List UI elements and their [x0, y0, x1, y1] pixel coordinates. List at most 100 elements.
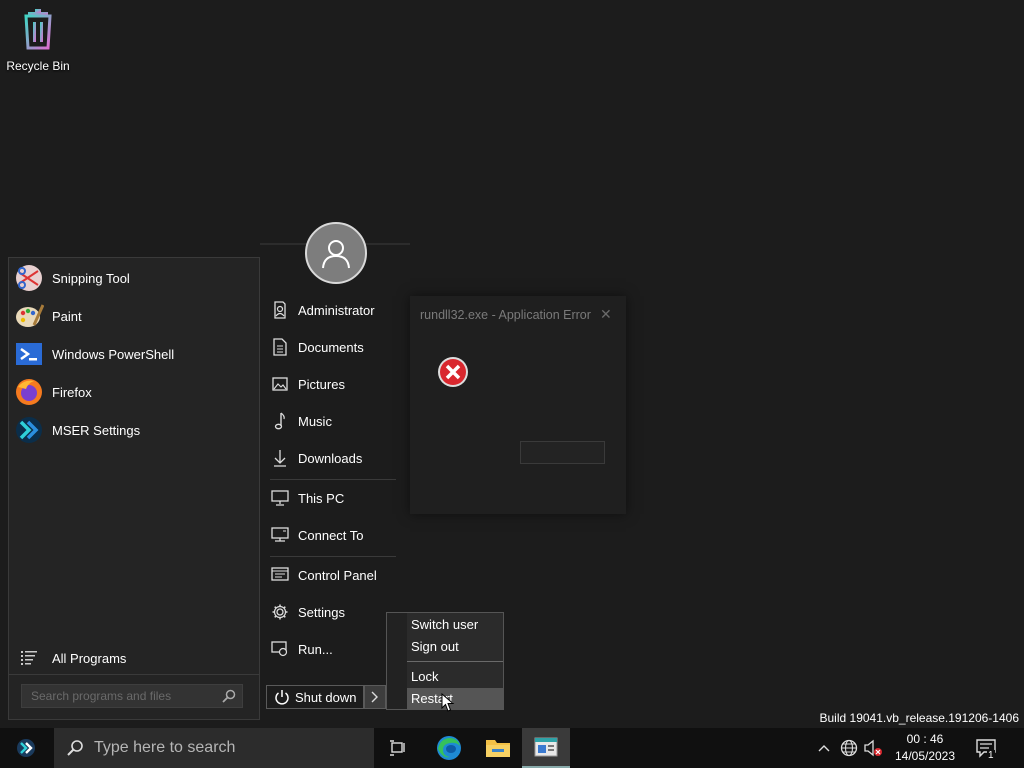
- search-icon[interactable]: [222, 689, 236, 706]
- places-item-run[interactable]: Run...: [270, 637, 333, 661]
- start-icon: [17, 739, 35, 757]
- places-item-label: Music: [298, 413, 332, 429]
- task-view-button[interactable]: [374, 728, 422, 768]
- program-label: Paint: [52, 308, 82, 324]
- start-search-input[interactable]: [31, 689, 221, 703]
- places-item-label: Connect To: [298, 527, 364, 543]
- notification-count-badge: 1: [987, 750, 995, 761]
- program-label: Firefox: [52, 384, 92, 400]
- places-item-documents[interactable]: Documents: [270, 335, 364, 359]
- menu-item-switch-user[interactable]: Switch user: [407, 614, 503, 635]
- menu-separator: [407, 661, 503, 662]
- clock-date: 14/05/2023: [894, 749, 956, 763]
- power-icon: [271, 689, 293, 705]
- edge-taskbar-button[interactable]: [425, 728, 473, 768]
- places-item-control-panel[interactable]: Control Panel: [270, 563, 377, 587]
- shut-down-options-button[interactable]: [364, 685, 386, 709]
- menu-item-sign-out[interactable]: Sign out: [407, 636, 503, 657]
- places-item-label: Documents: [298, 339, 364, 355]
- active-window-taskbar-button[interactable]: [522, 728, 570, 768]
- places-item-label: Administrator: [298, 302, 375, 318]
- dialog-title: rundll32.exe - Application Error: [420, 308, 591, 322]
- places-item-label: This PC: [298, 490, 345, 506]
- shut-down-button[interactable]: Shut down: [266, 685, 364, 709]
- control-panel-icon: [270, 567, 290, 583]
- application-error-dialog: rundll32.exe - Application Error ✕: [410, 296, 626, 514]
- computer-icon: [270, 490, 290, 506]
- user-icon: [270, 301, 290, 319]
- places-item-downloads[interactable]: Downloads: [270, 446, 362, 470]
- application-window-icon: [534, 737, 558, 757]
- list-icon: [13, 651, 45, 665]
- scissors-icon: [13, 262, 45, 294]
- close-icon[interactable]: ✕: [600, 306, 612, 323]
- divider: [270, 556, 396, 557]
- program-label: Windows PowerShell: [52, 346, 175, 362]
- places-item-pictures[interactable]: Pictures: [270, 372, 345, 396]
- menu-gutter: [387, 613, 407, 709]
- user-avatar[interactable]: [305, 222, 367, 284]
- build-watermark: Build 19041.vb_release.191206-1406: [819, 711, 1020, 725]
- program-mser-settings[interactable]: MSER Settings: [13, 412, 257, 448]
- recycle-bin-label: Recycle Bin: [6, 59, 70, 73]
- volume-button[interactable]: [862, 728, 884, 768]
- program-windows-powershell[interactable]: Windows PowerShell: [13, 336, 257, 372]
- user-avatar-icon: [322, 240, 350, 269]
- chevron-up-icon: [818, 745, 830, 752]
- file-explorer-taskbar-button[interactable]: [474, 728, 522, 768]
- connect-icon: [270, 527, 290, 543]
- gear-icon: [270, 603, 290, 621]
- firefox-icon: [13, 376, 45, 408]
- all-programs-label: All Programs: [52, 650, 127, 666]
- start-menu-programs-panel: Snipping Tool Paint Windows PowerShell F…: [8, 257, 260, 720]
- taskbar-search-box[interactable]: [54, 728, 374, 768]
- taskbar-search-input[interactable]: [94, 739, 354, 757]
- shut-down-label: Shut down: [295, 689, 357, 705]
- chevron-right-icon: [371, 691, 378, 703]
- download-icon: [270, 449, 290, 467]
- document-icon: [270, 338, 290, 356]
- places-item-label: Control Panel: [298, 567, 377, 583]
- program-label: Snipping Tool: [52, 270, 130, 286]
- task-view-icon: [390, 740, 405, 756]
- folder-icon: [486, 740, 510, 757]
- places-item-administrator[interactable]: Administrator: [270, 298, 375, 322]
- program-snipping-tool[interactable]: Snipping Tool: [13, 260, 257, 296]
- recycle-bin-icon: [24, 9, 52, 50]
- clock-time: 00 : 46: [906, 732, 944, 746]
- search-icon: [67, 740, 83, 756]
- places-item-music[interactable]: Music: [270, 409, 332, 433]
- menu-item-restart[interactable]: Restart: [407, 688, 503, 709]
- start-button[interactable]: [0, 728, 52, 768]
- globe-icon: [840, 739, 858, 757]
- dialog-ok-button[interactable]: [520, 441, 605, 464]
- places-item-connect-to[interactable]: Connect To: [270, 523, 364, 547]
- program-paint[interactable]: Paint: [13, 298, 257, 334]
- mser-icon: [13, 414, 45, 446]
- all-programs-button[interactable]: All Programs: [13, 646, 126, 670]
- speaker-muted-icon: [864, 739, 882, 757]
- palette-icon: [13, 300, 45, 332]
- menu-item-lock[interactable]: Lock: [407, 666, 503, 687]
- divider: [270, 479, 396, 480]
- places-item-label: Run...: [298, 641, 333, 657]
- network-status-button[interactable]: [838, 728, 860, 768]
- action-center-button[interactable]: 1: [972, 728, 1000, 768]
- taskbar: 00 : 46 14/05/2023 1: [0, 728, 1024, 768]
- taskbar-clock[interactable]: 00 : 46 14/05/2023: [885, 731, 965, 765]
- start-search-box[interactable]: [21, 684, 243, 708]
- program-firefox[interactable]: Firefox: [13, 374, 257, 410]
- places-item-label: Downloads: [298, 450, 363, 466]
- show-hidden-icons-button[interactable]: [814, 728, 834, 768]
- places-item-settings[interactable]: Settings: [270, 600, 345, 624]
- places-item-label: Pictures: [298, 376, 345, 392]
- mouse-cursor-icon: [441, 693, 455, 712]
- divider: [9, 674, 259, 675]
- powershell-icon: [13, 338, 45, 370]
- picture-icon: [270, 377, 290, 391]
- recycle-bin-desktop-icon[interactable]: Recycle Bin: [4, 8, 72, 73]
- error-icon: [437, 356, 469, 391]
- places-item-this-pc[interactable]: This PC: [270, 486, 344, 510]
- music-icon: [270, 412, 290, 430]
- program-label: MSER Settings: [52, 422, 141, 438]
